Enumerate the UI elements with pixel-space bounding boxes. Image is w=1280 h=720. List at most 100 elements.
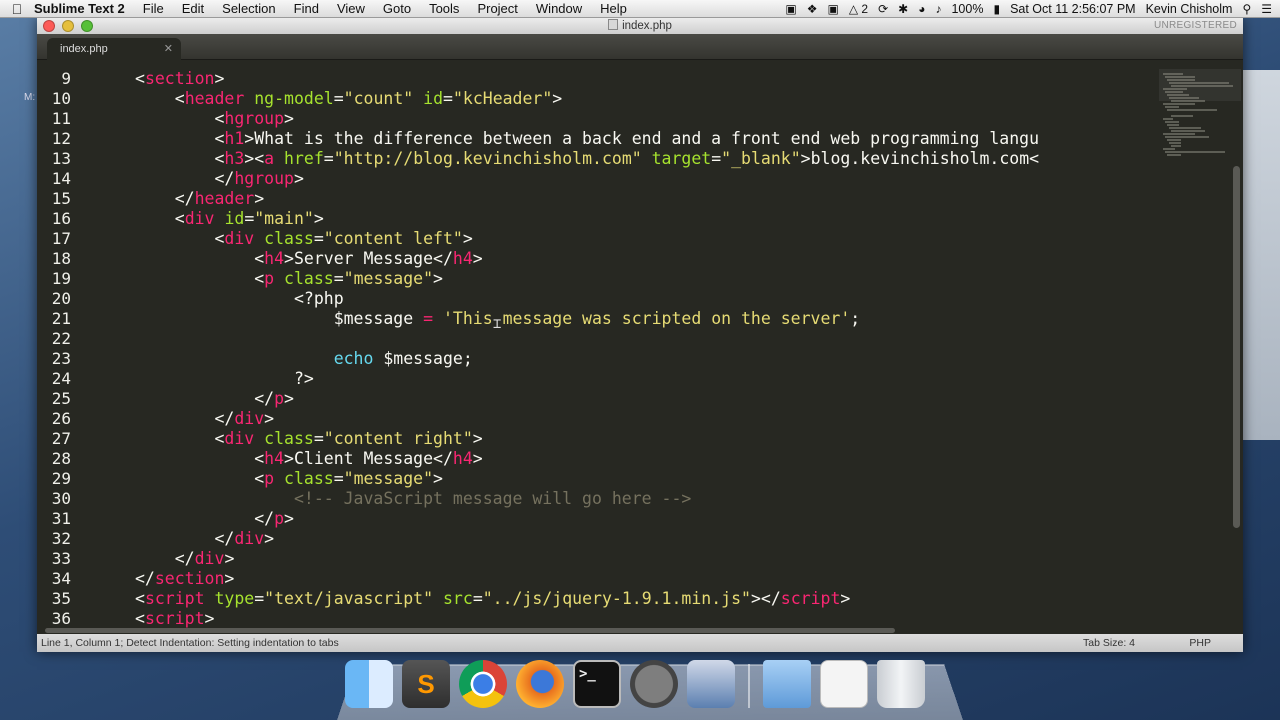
menu-view[interactable]: View: [337, 1, 365, 16]
code-line[interactable]: 24 ?>: [37, 369, 1157, 389]
code-line[interactable]: 25 </p>: [37, 389, 1157, 409]
code-line[interactable]: 26 </div>: [37, 409, 1157, 429]
documents-icon[interactable]: [820, 660, 868, 708]
code-text: </p>: [254, 389, 294, 408]
code-line[interactable]: 14 </hgroup>: [37, 169, 1157, 189]
code-text: <h4>Server Message</h4>: [254, 249, 483, 268]
code-line[interactable]: 22: [37, 329, 1157, 349]
code-text: <?php: [293, 289, 344, 308]
code-text: <h1>What is the difference between a bac…: [214, 129, 1040, 148]
line-number: 28: [51, 449, 71, 468]
minimize-window-button[interactable]: [62, 20, 74, 32]
line-number: 27: [51, 429, 71, 448]
menu-project[interactable]: Project: [477, 1, 517, 16]
notification-center-icon[interactable]: ☰: [1261, 2, 1272, 16]
battery-icon[interactable]: ▮: [993, 2, 1000, 16]
menu-window[interactable]: Window: [536, 1, 582, 16]
code-line[interactable]: 30 <!-- JavaScript message will go here …: [37, 489, 1157, 509]
screenshot-icon[interactable]: ▣: [828, 2, 839, 16]
code-line[interactable]: 17 <div class="content left">: [37, 229, 1157, 249]
wifi-icon[interactable]: ◕: [918, 2, 925, 16]
mamp-icon[interactable]: [630, 660, 678, 708]
menu-help[interactable]: Help: [600, 1, 627, 16]
horizontal-scrollbar[interactable]: [45, 628, 895, 633]
code-line[interactable]: 23 echo $message;: [37, 349, 1157, 369]
dropbox-icon[interactable]: ❖: [807, 2, 818, 16]
volume-icon[interactable]: ♪: [935, 2, 941, 16]
code-line[interactable]: 36 <script>: [37, 609, 1157, 629]
time-machine-icon[interactable]: ⟳: [878, 2, 888, 16]
line-number: 15: [51, 189, 71, 208]
minimap-line: [1167, 139, 1181, 141]
line-number: 18: [51, 249, 71, 268]
code-line[interactable]: 21 $message = 'This message was scripted…: [37, 309, 1157, 329]
line-number: 23: [51, 349, 71, 368]
zoom-window-button[interactable]: [81, 20, 93, 32]
terminal-icon[interactable]: >_: [573, 660, 621, 708]
screen-recorder-icon[interactable]: ▣: [785, 2, 796, 16]
code-line[interactable]: 16 <div id="main">: [37, 209, 1157, 229]
menu-selection[interactable]: Selection: [222, 1, 275, 16]
line-number: 14: [51, 169, 71, 188]
code-line[interactable]: 33 </div>: [37, 549, 1157, 569]
code-line[interactable]: 20 <?php: [37, 289, 1157, 309]
trash-icon[interactable]: [877, 660, 925, 708]
code-line[interactable]: 27 <div class="content right">: [37, 429, 1157, 449]
code-line[interactable]: 35 <script type="text/javascript" src="..…: [37, 589, 1157, 609]
app-menu[interactable]: Sublime Text 2: [34, 1, 125, 16]
minimap-line: [1171, 145, 1181, 147]
code-line[interactable]: 29 <p class="message">: [37, 469, 1157, 489]
code-line[interactable]: 19 <p class="message">: [37, 269, 1157, 289]
menu-tools[interactable]: Tools: [429, 1, 459, 16]
code-line[interactable]: 9 <section>: [37, 69, 1157, 89]
minimap-line: [1167, 109, 1217, 111]
apple-icon[interactable]: : [0, 1, 34, 17]
sublime-text-icon[interactable]: S: [402, 660, 450, 708]
minimap-line: [1165, 151, 1225, 153]
menu-file[interactable]: File: [143, 1, 164, 16]
firefox-icon[interactable]: [516, 660, 564, 708]
syntax-selector[interactable]: PHP: [1189, 634, 1211, 652]
close-window-button[interactable]: [43, 20, 55, 32]
adobe-icon[interactable]: △ 2: [849, 2, 868, 16]
line-number: 20: [51, 289, 71, 308]
code-line[interactable]: 15 </header>: [37, 189, 1157, 209]
minimap-line: [1167, 154, 1181, 156]
code-line[interactable]: 11 <hgroup>: [37, 109, 1157, 129]
status-message: Line 1, Column 1; Detect Indentation: Se…: [41, 637, 339, 649]
clock[interactable]: Sat Oct 11 2:56:07 PM: [1010, 2, 1136, 16]
code-line[interactable]: 32 </div>: [37, 529, 1157, 549]
minimap[interactable]: [1157, 69, 1243, 239]
line-number: 35: [51, 589, 71, 608]
code-text: <div class="content right">: [214, 429, 483, 448]
chrome-icon[interactable]: [459, 660, 507, 708]
code-line[interactable]: 28 <h4>Client Message</h4>: [37, 449, 1157, 469]
tab-index-php[interactable]: index.php ✕: [47, 38, 181, 60]
menu-edit[interactable]: Edit: [182, 1, 204, 16]
code-line[interactable]: 10 <header ng-model="count" id="kcHeader…: [37, 89, 1157, 109]
code-editor[interactable]: 9 <section> 10 <header ng-model="count" id…: [37, 69, 1157, 634]
menu-find[interactable]: Find: [294, 1, 319, 16]
tab-size-selector[interactable]: Tab Size: 4: [1083, 634, 1135, 652]
menu-goto[interactable]: Goto: [383, 1, 411, 16]
code-line[interactable]: 18 <h4>Server Message</h4>: [37, 249, 1157, 269]
user-name[interactable]: Kevin Chisholm: [1146, 2, 1233, 16]
folder-icon[interactable]: [763, 660, 811, 708]
line-number: 34: [51, 569, 71, 588]
document-icon: [608, 19, 619, 30]
dock-separator: [748, 664, 750, 708]
code-text: <h4>Client Message</h4>: [254, 449, 483, 468]
code-line[interactable]: 31 </p>: [37, 509, 1157, 529]
bluetooth-icon[interactable]: ✱: [898, 2, 908, 16]
line-number: 17: [51, 229, 71, 248]
code-line[interactable]: 34 </section>: [37, 569, 1157, 589]
code-line[interactable]: 12 <h1>What is the difference between a …: [37, 129, 1157, 149]
line-number: 29: [51, 469, 71, 488]
close-tab-icon[interactable]: ✕: [164, 38, 173, 60]
video-icon[interactable]: [687, 660, 735, 708]
code-line[interactable]: 13 <h3><a href="http://blog.kevinchishol…: [37, 149, 1157, 169]
finder-icon[interactable]: [345, 660, 393, 708]
battery-percent[interactable]: 100%: [951, 2, 983, 16]
vertical-scrollbar[interactable]: [1233, 166, 1240, 528]
spotlight-search-icon[interactable]: ⚲: [1242, 2, 1251, 16]
